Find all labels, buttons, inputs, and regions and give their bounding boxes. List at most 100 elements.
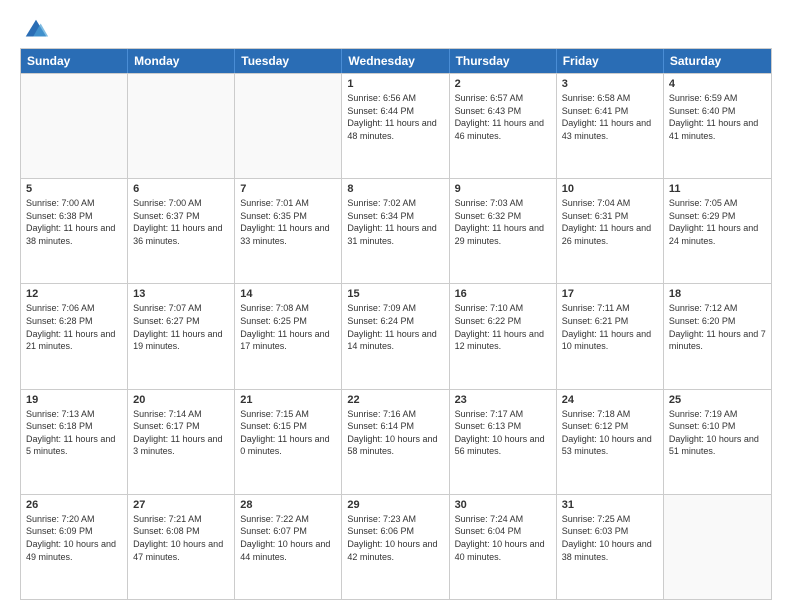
day-number: 2	[455, 78, 551, 90]
calendar-cell	[21, 74, 128, 178]
calendar-cell: 19 Sunrise: 7:13 AMSunset: 6:18 PMDayligh…	[21, 390, 128, 494]
day-info: Sunrise: 7:05 AMSunset: 6:29 PMDaylight:…	[669, 197, 766, 247]
calendar-cell	[664, 495, 771, 599]
day-info: Sunrise: 7:23 AMSunset: 6:06 PMDaylight:…	[347, 513, 443, 563]
day-info: Sunrise: 7:07 AMSunset: 6:27 PMDaylight:…	[133, 302, 229, 352]
calendar-cell: 22 Sunrise: 7:16 AMSunset: 6:14 PMDayligh…	[342, 390, 449, 494]
calendar-header-row: SundayMondayTuesdayWednesdayThursdayFrid…	[21, 49, 771, 73]
day-info: Sunrise: 7:16 AMSunset: 6:14 PMDaylight:…	[347, 408, 443, 458]
day-info: Sunrise: 7:18 AMSunset: 6:12 PMDaylight:…	[562, 408, 658, 458]
day-number: 3	[562, 78, 658, 90]
calendar-cell: 27 Sunrise: 7:21 AMSunset: 6:08 PMDayligh…	[128, 495, 235, 599]
day-number: 18	[669, 288, 766, 300]
calendar-cell: 14Sunrise: 7:08 AMSunset: 6:25 PMDayligh…	[235, 284, 342, 388]
calendar-cell: 28 Sunrise: 7:22 AMSunset: 6:07 PMDayligh…	[235, 495, 342, 599]
day-info: Sunrise: 7:22 AMSunset: 6:07 PMDaylight:…	[240, 513, 336, 563]
day-info: Sunrise: 7:00 AMSunset: 6:37 PMDaylight:…	[133, 197, 229, 247]
calendar: SundayMondayTuesdayWednesdayThursdayFrid…	[20, 48, 772, 600]
day-info: Sunrise: 7:13 AMSunset: 6:18 PMDaylight:…	[26, 408, 122, 458]
calendar-cell: 1 Sunrise: 6:56 AMSunset: 6:44 PMDaylight…	[342, 74, 449, 178]
day-number: 30	[455, 499, 551, 511]
calendar-row: 26 Sunrise: 7:20 AMSunset: 6:09 PMDayligh…	[21, 494, 771, 599]
calendar-cell: 25 Sunrise: 7:19 AMSunset: 6:10 PMDayligh…	[664, 390, 771, 494]
calendar-cell: 9 Sunrise: 7:03 AMSunset: 6:32 PMDaylight…	[450, 179, 557, 283]
day-info: Sunrise: 6:59 AMSunset: 6:40 PMDaylight:…	[669, 92, 766, 142]
calendar-cell: 4 Sunrise: 6:59 AMSunset: 6:40 PMDaylight…	[664, 74, 771, 178]
calendar-cell: 21Sunrise: 7:15 AMSunset: 6:15 PMDayligh…	[235, 390, 342, 494]
calendar-cell: 24Sunrise: 7:18 AMSunset: 6:12 PMDayligh…	[557, 390, 664, 494]
calendar-cell: 23 Sunrise: 7:17 AMSunset: 6:13 PMDayligh…	[450, 390, 557, 494]
day-info: Sunrise: 7:24 AMSunset: 6:04 PMDaylight:…	[455, 513, 551, 563]
day-info: Sunrise: 7:17 AMSunset: 6:13 PMDaylight:…	[455, 408, 551, 458]
calendar-cell: 20Sunrise: 7:14 AMSunset: 6:17 PMDayligh…	[128, 390, 235, 494]
day-number: 26	[26, 499, 122, 511]
day-info: Sunrise: 7:25 AMSunset: 6:03 PMDaylight:…	[562, 513, 658, 563]
day-number: 27	[133, 499, 229, 511]
calendar-cell	[128, 74, 235, 178]
day-info: Sunrise: 7:08 AMSunset: 6:25 PMDaylight:…	[240, 302, 336, 352]
day-info: Sunrise: 7:03 AMSunset: 6:32 PMDaylight:…	[455, 197, 551, 247]
day-number: 12	[26, 288, 122, 300]
day-number: 25	[669, 394, 766, 406]
calendar-header-cell: Wednesday	[342, 49, 449, 73]
header	[20, 16, 772, 40]
page: SundayMondayTuesdayWednesdayThursdayFrid…	[0, 0, 792, 612]
day-info: Sunrise: 7:12 AMSunset: 6:20 PMDaylight:…	[669, 302, 766, 352]
day-number: 7	[240, 183, 336, 195]
day-info: Sunrise: 6:56 AMSunset: 6:44 PMDaylight:…	[347, 92, 443, 142]
day-number: 19	[26, 394, 122, 406]
calendar-cell: 6 Sunrise: 7:00 AMSunset: 6:37 PMDaylight…	[128, 179, 235, 283]
logo	[20, 16, 50, 40]
day-number: 13	[133, 288, 229, 300]
calendar-header-cell: Friday	[557, 49, 664, 73]
calendar-cell: 16 Sunrise: 7:10 AMSunset: 6:22 PMDayligh…	[450, 284, 557, 388]
day-number: 5	[26, 183, 122, 195]
calendar-row: 5 Sunrise: 7:00 AMSunset: 6:38 PMDaylight…	[21, 178, 771, 283]
day-number: 8	[347, 183, 443, 195]
calendar-header-cell: Monday	[128, 49, 235, 73]
calendar-cell: 26 Sunrise: 7:20 AMSunset: 6:09 PMDayligh…	[21, 495, 128, 599]
day-info: Sunrise: 7:21 AMSunset: 6:08 PMDaylight:…	[133, 513, 229, 563]
day-number: 9	[455, 183, 551, 195]
day-number: 29	[347, 499, 443, 511]
day-number: 28	[240, 499, 336, 511]
day-number: 23	[455, 394, 551, 406]
day-number: 15	[347, 288, 443, 300]
calendar-header-cell: Saturday	[664, 49, 771, 73]
day-number: 16	[455, 288, 551, 300]
calendar-body: 1 Sunrise: 6:56 AMSunset: 6:44 PMDaylight…	[21, 73, 771, 599]
day-info: Sunrise: 7:19 AMSunset: 6:10 PMDaylight:…	[669, 408, 766, 458]
day-info: Sunrise: 7:06 AMSunset: 6:28 PMDaylight:…	[26, 302, 122, 352]
day-number: 11	[669, 183, 766, 195]
calendar-cell: 11 Sunrise: 7:05 AMSunset: 6:29 PMDayligh…	[664, 179, 771, 283]
day-info: Sunrise: 6:57 AMSunset: 6:43 PMDaylight:…	[455, 92, 551, 142]
day-info: Sunrise: 6:58 AMSunset: 6:41 PMDaylight:…	[562, 92, 658, 142]
day-info: Sunrise: 7:09 AMSunset: 6:24 PMDaylight:…	[347, 302, 443, 352]
calendar-row: 19 Sunrise: 7:13 AMSunset: 6:18 PMDayligh…	[21, 389, 771, 494]
day-number: 6	[133, 183, 229, 195]
calendar-cell: 31 Sunrise: 7:25 AMSunset: 6:03 PMDayligh…	[557, 495, 664, 599]
calendar-header-cell: Sunday	[21, 49, 128, 73]
day-info: Sunrise: 7:11 AMSunset: 6:21 PMDaylight:…	[562, 302, 658, 352]
day-number: 17	[562, 288, 658, 300]
day-number: 10	[562, 183, 658, 195]
day-info: Sunrise: 7:20 AMSunset: 6:09 PMDaylight:…	[26, 513, 122, 563]
day-number: 1	[347, 78, 443, 90]
calendar-row: 12 Sunrise: 7:06 AMSunset: 6:28 PMDayligh…	[21, 283, 771, 388]
day-number: 4	[669, 78, 766, 90]
calendar-cell: 5 Sunrise: 7:00 AMSunset: 6:38 PMDaylight…	[21, 179, 128, 283]
day-info: Sunrise: 7:14 AMSunset: 6:17 PMDaylight:…	[133, 408, 229, 458]
calendar-cell: 29 Sunrise: 7:23 AMSunset: 6:06 PMDayligh…	[342, 495, 449, 599]
logo-icon	[22, 16, 50, 44]
day-info: Sunrise: 7:00 AMSunset: 6:38 PMDaylight:…	[26, 197, 122, 247]
calendar-cell: 3 Sunrise: 6:58 AMSunset: 6:41 PMDaylight…	[557, 74, 664, 178]
calendar-cell: 13 Sunrise: 7:07 AMSunset: 6:27 PMDayligh…	[128, 284, 235, 388]
calendar-cell: 8Sunrise: 7:02 AMSunset: 6:34 PMDaylight…	[342, 179, 449, 283]
day-info: Sunrise: 7:10 AMSunset: 6:22 PMDaylight:…	[455, 302, 551, 352]
calendar-cell: 15 Sunrise: 7:09 AMSunset: 6:24 PMDayligh…	[342, 284, 449, 388]
calendar-cell: 18 Sunrise: 7:12 AMSunset: 6:20 PMDayligh…	[664, 284, 771, 388]
calendar-cell: 10Sunrise: 7:04 AMSunset: 6:31 PMDayligh…	[557, 179, 664, 283]
day-number: 22	[347, 394, 443, 406]
day-info: Sunrise: 7:15 AMSunset: 6:15 PMDaylight:…	[240, 408, 336, 458]
day-number: 31	[562, 499, 658, 511]
